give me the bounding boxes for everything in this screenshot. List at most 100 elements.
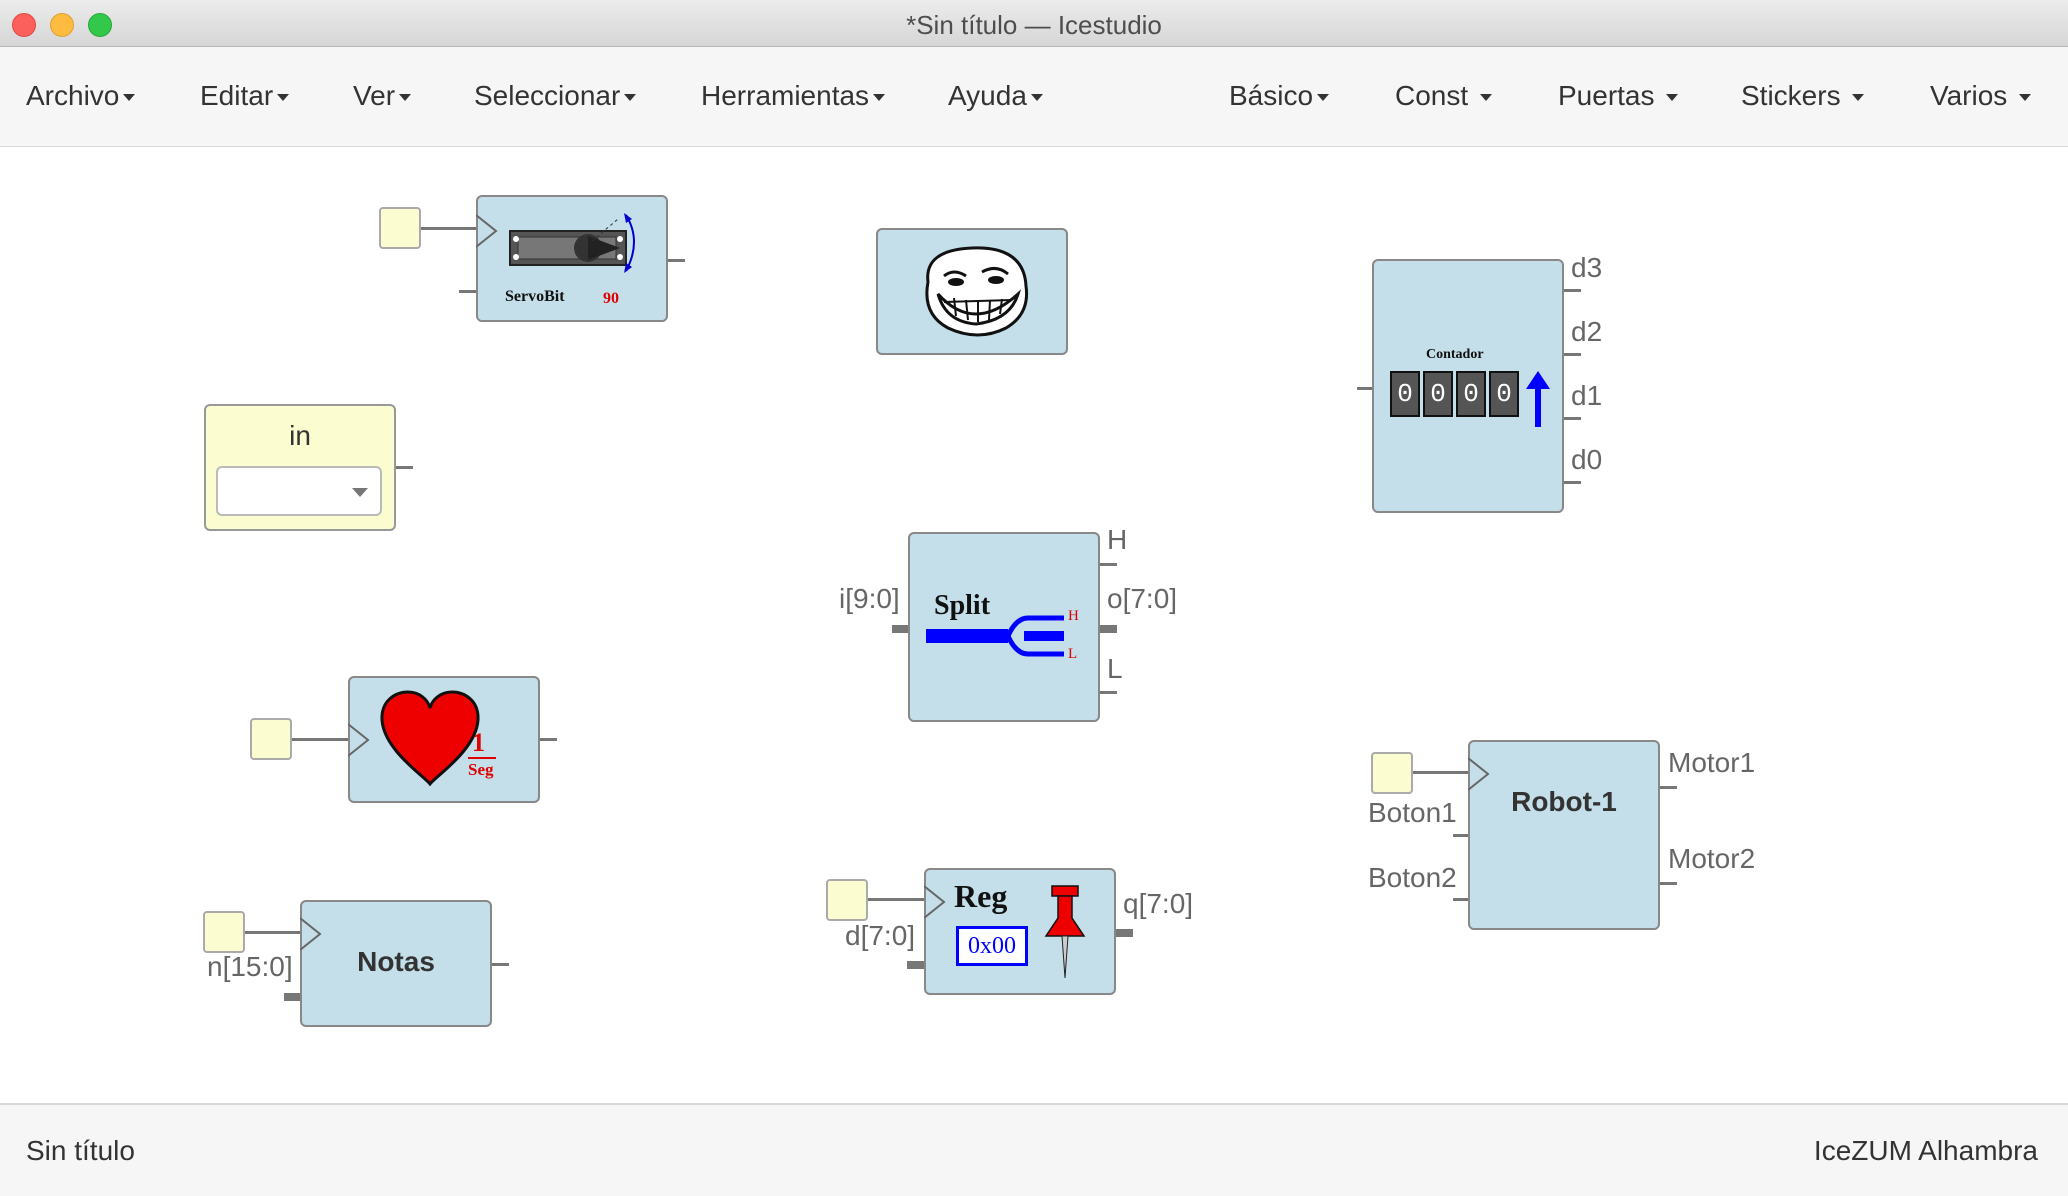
pin-select[interactable]: [216, 466, 382, 516]
reg-block[interactable]: Reg 0x00: [924, 868, 1116, 995]
port-stub: [1660, 786, 1677, 789]
trollface-block[interactable]: [876, 228, 1068, 355]
app-window: *Sin título — Icestudio Archivo Editar V…: [0, 0, 2068, 1196]
bus-stub: [907, 961, 925, 969]
split-icon-h: H: [1068, 608, 1079, 624]
port-stub: [668, 259, 685, 262]
notas-block[interactable]: Notas: [300, 900, 492, 1027]
input-pin-block[interactable]: in: [204, 404, 396, 531]
fraction-bar: [468, 757, 496, 759]
port-stub: [1564, 353, 1581, 356]
bus-stub: [1100, 625, 1117, 633]
servo-motor-icon: [509, 213, 635, 273]
port-label-n: n[15:0]: [207, 951, 293, 982]
clock-input-icon: [348, 723, 370, 757]
counter-digit: 0: [1456, 371, 1486, 417]
port-label-motor1: Motor1: [1668, 747, 1756, 778]
reg-label: Reg: [954, 878, 1008, 914]
port-label-d: d[7:0]: [845, 920, 916, 951]
port-label-boton2: Boton2: [1368, 862, 1457, 893]
menu-varios-label: Varios: [1930, 80, 2008, 111]
port-label-d2: d2: [1571, 316, 1603, 347]
wire: [292, 738, 350, 741]
robot-block[interactable]: Robot-1: [1468, 740, 1660, 930]
chevron-down-icon: [1317, 94, 1330, 102]
counter-digit: 0: [1489, 371, 1519, 417]
heart-input-port[interactable]: [250, 718, 292, 760]
contador-display: 0 0 0 0: [1390, 371, 1519, 417]
menu-archivo-label: Archivo: [26, 80, 120, 111]
servobit-input-port[interactable]: [379, 207, 421, 249]
menu-puertas[interactable]: Puertas: [1558, 80, 1679, 112]
heart-block[interactable]: 1 Seg: [348, 676, 540, 803]
servobit-angle: 90: [603, 290, 619, 307]
board-name[interactable]: IceZUM Alhambra: [1814, 1135, 2038, 1167]
design-canvas[interactable]: ServoBit 90 Contador 0 0 0 0 d3 d2 d1 d0…: [0, 147, 2068, 1103]
port-label-l: L: [1107, 653, 1123, 684]
menu-herramientas[interactable]: Herramientas: [701, 80, 886, 112]
menu-ayuda[interactable]: Ayuda: [948, 80, 1043, 112]
pushpin-icon: [1044, 885, 1086, 979]
trollface-icon: [925, 246, 1029, 337]
port-label-boton1: Boton1: [1368, 797, 1457, 828]
port-stub: [492, 963, 509, 966]
heart-rate-number: 1: [472, 728, 485, 757]
wire: [1413, 771, 1471, 774]
chevron-down-icon: [1479, 94, 1492, 102]
servobit-block[interactable]: ServoBit 90: [476, 195, 668, 322]
menu-basico[interactable]: Básico: [1229, 80, 1330, 112]
port-label-d3: d3: [1571, 252, 1603, 283]
port-label-o: o[7:0]: [1107, 583, 1178, 614]
counter-digit: 0: [1423, 371, 1453, 417]
chevron-down-icon: [1852, 94, 1865, 102]
split-icon: [926, 615, 1064, 657]
wire: [421, 227, 477, 230]
clock-input-icon: [476, 214, 498, 248]
clock-input-icon: [924, 885, 946, 919]
chevron-down-icon: [277, 94, 290, 102]
chevron-down-icon: [873, 94, 886, 102]
contador-label: Contador: [1426, 347, 1484, 362]
window-title: *Sin título — Icestudio: [906, 10, 1162, 40]
port-label-i: i[9:0]: [839, 583, 900, 614]
menu-ver-label: Ver: [353, 80, 396, 111]
port-label-h: H: [1107, 524, 1128, 555]
contador-block[interactable]: Contador 0 0 0 0: [1372, 259, 1564, 513]
port-label-d0: d0: [1571, 444, 1603, 475]
menu-ver[interactable]: Ver: [353, 80, 412, 112]
project-name: Sin título: [26, 1135, 135, 1166]
wire: [868, 898, 926, 901]
menu-varios[interactable]: Varios: [1930, 80, 2032, 112]
port-stub: [459, 290, 477, 293]
chevron-down-icon: [399, 94, 412, 102]
robot-label: Robot-1: [1511, 786, 1617, 817]
counter-digit: 0: [1390, 371, 1420, 417]
status-bar: Sin título IceZUM Alhambra: [0, 1103, 2068, 1196]
reg-init-value: 0x00: [956, 926, 1028, 966]
count-up-arrow-icon: [1526, 371, 1550, 427]
port-stub: [1564, 481, 1581, 484]
dropdown-arrow-icon: [352, 488, 368, 497]
port-stub: [1100, 691, 1117, 694]
port-stub: [1564, 417, 1581, 420]
menu-stickers[interactable]: Stickers: [1741, 80, 1865, 112]
port-stub: [1564, 289, 1581, 292]
robot-input-port[interactable]: [1371, 752, 1413, 794]
split-icon-l: L: [1068, 646, 1078, 662]
menu-editar[interactable]: Editar: [200, 80, 290, 112]
split-block[interactable]: Split H L: [908, 532, 1100, 722]
menu-const[interactable]: Const: [1395, 80, 1492, 112]
title-bar: *Sin título — Icestudio: [0, 0, 2068, 47]
heart-icon: [380, 690, 480, 786]
reg-input-port[interactable]: [826, 879, 868, 921]
bus-stub: [892, 625, 909, 633]
menu-seleccionar[interactable]: Seleccionar: [474, 80, 637, 112]
notas-input-port[interactable]: [203, 911, 245, 953]
wire: [245, 931, 303, 934]
menu-archivo[interactable]: Archivo: [26, 80, 136, 112]
port-label-motor2: Motor2: [1668, 843, 1756, 874]
menu-bar: Archivo Editar Ver Seleccionar Herramien…: [0, 47, 2068, 147]
input-pin-label: in: [289, 420, 311, 451]
menu-basico-label: Básico: [1229, 80, 1314, 111]
port-stub: [1660, 882, 1677, 885]
